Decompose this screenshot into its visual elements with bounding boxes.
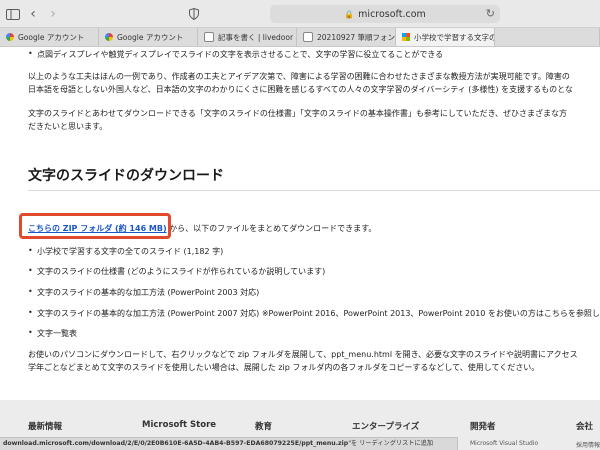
microsoft-icon xyxy=(402,33,410,41)
article-content: 点図ディスプレイや触覚ディスプレイでスライドの文字を表示させることで、文字の学習… xyxy=(0,47,600,400)
status-bar: download.microsoft.com/download/2/E/0/2E… xyxy=(0,437,458,450)
footer-heading-enterprise[interactable]: エンタープライズ xyxy=(352,420,419,432)
livedoor-icon xyxy=(303,32,313,42)
footer-link-careers[interactable]: 採用情報 xyxy=(576,440,600,449)
footer-link-visual-studio[interactable]: Microsoft Visual Studio xyxy=(470,440,538,447)
paragraph-line: 文字のスライドとあわせてダウンロードできる「文字のスライドの仕様書」「文字のスラ… xyxy=(28,109,568,118)
footer-heading-store[interactable]: Microsoft Store xyxy=(142,420,216,430)
paragraph-line: お使いのパソコンにダウンロードして、右クリックなどで zip フォルダを展開して… xyxy=(28,350,578,359)
divider xyxy=(28,190,600,191)
tab-overflow xyxy=(495,28,600,46)
paragraph-line: 日本語を母語としない外国人など、日本語の文字のわかりにくさに困難を感じるすべての… xyxy=(28,85,573,94)
sidebar-icon[interactable] xyxy=(6,6,20,22)
livedoor-icon xyxy=(204,32,214,42)
status-suffix: "を リーディングリストに追加 xyxy=(348,440,434,447)
google-icon xyxy=(6,33,14,41)
footer-heading-news[interactable]: 最新情報 xyxy=(28,420,62,432)
footer-heading-education[interactable]: 教育 xyxy=(255,420,272,432)
footer-heading-developer[interactable]: 開発者 xyxy=(470,420,496,432)
paragraph-line: 以上のような工夫はほんの一例であり、作成者の工夫とアイデア次第で、障害による学習… xyxy=(28,72,570,81)
tab-livedoor-blog[interactable]: 記事を書く | livedoor Blog xyxy=(198,28,297,46)
list-item: 文字一覧表 xyxy=(28,328,77,339)
google-icon xyxy=(105,33,113,41)
address-text: microsoft.com xyxy=(358,8,426,20)
browser-toolbar: ‹ › 🔒 microsoft.com ↻ xyxy=(0,0,600,28)
paragraph-line: だきたいと思います。 xyxy=(28,122,108,131)
tab-google-account-2[interactable]: Google アカウント xyxy=(99,28,198,46)
tab-font-article[interactable]: 20210927 筆順フォントを使… xyxy=(297,28,396,46)
lock-icon: 🔒 xyxy=(344,9,355,19)
forward-icon[interactable]: › xyxy=(48,6,58,22)
list-item: 小学校で学習する文字の全てのスライド (1,182 字) xyxy=(28,246,223,257)
tab-bar: Google アカウント Google アカウント 記事を書く | livedo… xyxy=(0,28,600,47)
paragraph-line: 学年ごとなどまとめて文字のスライドを使用したい場合は、展開した zip フォルダ… xyxy=(28,363,540,372)
section-heading: 文字のスライドのダウンロード xyxy=(28,168,224,184)
list-item: 文字のスライドの基本的な加工方法 (PowerPoint 2003 対応) xyxy=(28,287,259,298)
list-item: 点図ディスプレイや触覚ディスプレイでスライドの文字を表示させることで、文字の学習… xyxy=(28,49,443,60)
tab-microsoft-active[interactable]: 小学校で学習する文字の Pow... xyxy=(396,28,495,46)
back-icon[interactable]: ‹ xyxy=(28,6,38,22)
list-item: 文字のスライドの基本的な加工方法 (PowerPoint 2007 対応) ※P… xyxy=(28,308,600,319)
privacy-shield-icon[interactable] xyxy=(188,6,200,22)
reload-icon[interactable]: ↻ xyxy=(486,7,495,20)
status-url: download.microsoft.com/download/2/E/0/2E… xyxy=(3,440,349,447)
download-sentence-text: から、以下のファイルをまとめてダウンロードできます。 xyxy=(166,224,377,233)
address-bar[interactable]: 🔒 microsoft.com ↻ xyxy=(270,5,500,23)
highlight-box xyxy=(19,213,171,239)
footer-heading-company[interactable]: 会社 xyxy=(576,420,593,432)
list-item: 文字のスライドの仕様書 (どのようにスライドが作られているか説明しています) xyxy=(28,266,325,277)
tab-google-account-1[interactable]: Google アカウント xyxy=(0,28,99,46)
